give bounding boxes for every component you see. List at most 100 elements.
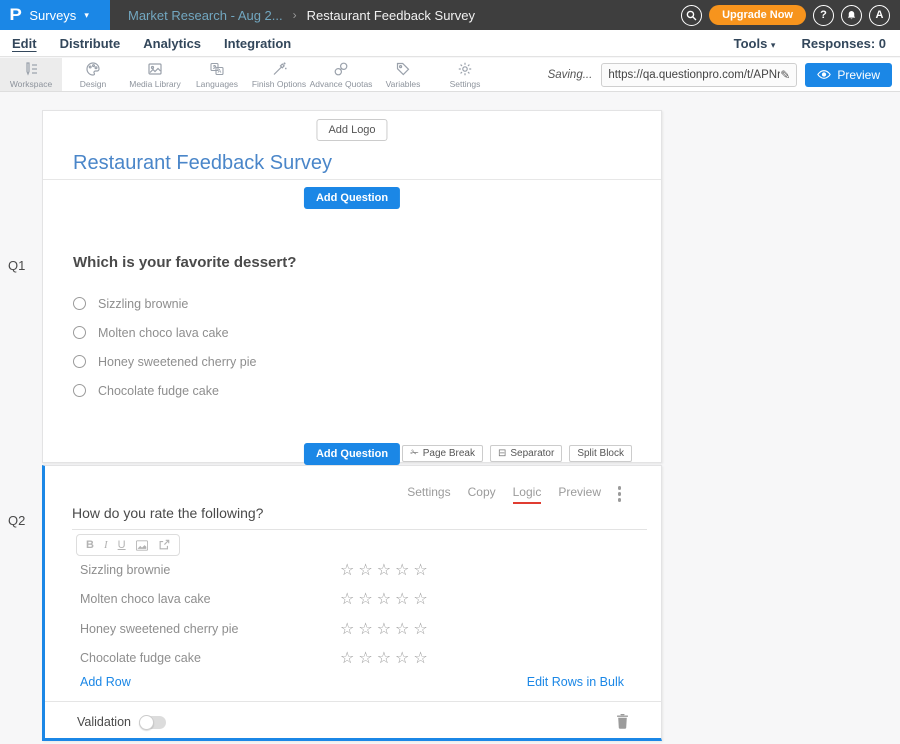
star-icon[interactable]: ☆: [340, 619, 355, 639]
toggle-knob: [139, 715, 154, 730]
q2-gutter-label: Q2: [8, 513, 25, 528]
search-button[interactable]: [681, 5, 702, 26]
underline-button[interactable]: U: [118, 539, 126, 551]
toolbar-item-design[interactable]: Design: [62, 58, 124, 91]
row-label[interactable]: Sizzling brownie: [80, 563, 340, 577]
star-icon[interactable]: ☆: [377, 589, 392, 609]
toolbar-item-variables[interactable]: Variables: [372, 58, 434, 91]
upgrade-now-button[interactable]: Upgrade Now: [709, 5, 806, 25]
radio-icon[interactable]: [73, 355, 86, 368]
star-icon[interactable]: ☆: [358, 589, 373, 609]
q1-option-row[interactable]: Molten choco lava cake: [73, 318, 256, 347]
add-question-button-top[interactable]: Add Question: [304, 187, 400, 209]
star-icon[interactable]: ☆: [358, 560, 373, 580]
star-icon[interactable]: ☆: [395, 619, 410, 639]
star-icon[interactable]: ☆: [377, 648, 392, 668]
preview-label: Preview: [837, 68, 880, 82]
saving-status: Saving...: [548, 69, 593, 81]
tab-analytics[interactable]: Analytics: [143, 36, 201, 51]
insert-image-button[interactable]: [136, 540, 148, 551]
editor-toolbar: Workspace Design Media Library A Languag…: [0, 58, 900, 92]
survey-block-1: Add Logo Restaurant Feedback Survey Add …: [42, 110, 662, 463]
surveys-menu[interactable]: P Surveys ▾: [0, 0, 110, 30]
palette-icon: [85, 61, 101, 77]
validation-toggle[interactable]: [139, 716, 166, 729]
q1-option-row[interactable]: Sizzling brownie: [73, 289, 256, 318]
tab-distribute[interactable]: Distribute: [60, 36, 121, 51]
toolbar-item-label: Media Library: [129, 79, 181, 89]
tools-label: Tools: [734, 36, 768, 51]
q2-settings-link[interactable]: Settings: [407, 485, 450, 504]
toolbar-item-advance-quotas[interactable]: Advance Quotas: [310, 58, 372, 91]
add-logo-button[interactable]: Add Logo: [316, 119, 387, 141]
q1-option-row[interactable]: Honey sweetened cherry pie: [73, 347, 256, 376]
preview-button[interactable]: Preview: [805, 63, 892, 87]
star-icon[interactable]: ☆: [340, 589, 355, 609]
delete-question-button[interactable]: [616, 714, 629, 734]
star-icon[interactable]: ☆: [395, 560, 410, 580]
italic-button[interactable]: I: [104, 539, 108, 551]
star-icon[interactable]: ☆: [358, 619, 373, 639]
kebab-menu-icon[interactable]: [616, 484, 624, 504]
q2-copy-link[interactable]: Copy: [468, 485, 496, 504]
radio-icon[interactable]: [73, 297, 86, 310]
radio-icon[interactable]: [73, 384, 86, 397]
avatar[interactable]: A: [869, 5, 890, 26]
radio-icon[interactable]: [73, 326, 86, 339]
breadcrumb: Market Research - Aug 2... › Restaurant …: [110, 0, 681, 30]
split-block-button[interactable]: Split Block: [569, 445, 632, 462]
format-toolbar: B I U: [76, 534, 180, 556]
row-label[interactable]: Molten choco lava cake: [80, 592, 340, 606]
toolbar-item-workspace[interactable]: Workspace: [0, 58, 62, 91]
star-icon[interactable]: ☆: [377, 560, 392, 580]
toolbar-item-languages[interactable]: A Languages: [186, 58, 248, 91]
star-icon[interactable]: ☆: [413, 589, 428, 609]
edit-rows-in-bulk-link[interactable]: Edit Rows in Bulk: [527, 675, 624, 689]
star-icon[interactable]: ☆: [377, 619, 392, 639]
toolbar-item-media-library[interactable]: Media Library: [124, 58, 186, 91]
help-button[interactable]: ?: [813, 5, 834, 26]
notifications-button[interactable]: [841, 5, 862, 26]
rating-row: Molten choco lava cake ☆☆☆☆☆: [80, 585, 631, 615]
star-icon[interactable]: ☆: [340, 648, 355, 668]
row-label[interactable]: Honey sweetened cherry pie: [80, 622, 340, 636]
tab-edit[interactable]: Edit: [12, 36, 37, 51]
chevron-down-icon: ▾: [771, 40, 776, 50]
page-break-button[interactable]: ✁ Page Break: [402, 445, 483, 462]
validation-row: Validation: [77, 715, 166, 729]
responses-count[interactable]: Responses: 0: [801, 36, 886, 51]
q2-question-text[interactable]: How do you rate the following?: [72, 505, 263, 521]
breadcrumb-folder[interactable]: Market Research - Aug 2...: [128, 8, 283, 23]
row-label[interactable]: Chocolate fudge cake: [80, 651, 340, 665]
add-row-link[interactable]: Add Row: [80, 675, 131, 689]
add-question-button-bottom[interactable]: Add Question: [304, 443, 400, 465]
q1-options: Sizzling brownie Molten choco lava cake …: [73, 289, 256, 405]
q2-logic-link[interactable]: Logic: [513, 485, 542, 504]
search-icon: [686, 10, 697, 21]
topbar-actions: Upgrade Now ? A: [681, 0, 900, 30]
edit-url-icon[interactable]: ✎: [780, 68, 790, 82]
survey-title[interactable]: Restaurant Feedback Survey: [73, 152, 332, 175]
q1-question-text[interactable]: Which is your favorite dessert?: [73, 254, 296, 271]
star-icon[interactable]: ☆: [395, 648, 410, 668]
star-icon[interactable]: ☆: [395, 589, 410, 609]
survey-url-field[interactable]: https://qa.questionpro.com/t/APNrFZgS ✎: [601, 63, 797, 87]
star-icon[interactable]: ☆: [413, 648, 428, 668]
rating-row: Chocolate fudge cake ☆☆☆☆☆: [80, 644, 631, 674]
external-link-button[interactable]: [158, 539, 170, 551]
star-icon[interactable]: ☆: [413, 560, 428, 580]
star-icon[interactable]: ☆: [340, 560, 355, 580]
bold-button[interactable]: B: [86, 539, 94, 551]
tab-integration[interactable]: Integration: [224, 36, 291, 51]
separator-button[interactable]: ⊟ Separator: [490, 445, 562, 462]
q2-preview-link[interactable]: Preview: [558, 485, 601, 504]
toolbar-item-settings[interactable]: Settings: [434, 58, 496, 91]
image-icon: [147, 61, 163, 77]
star-rating: ☆☆☆☆☆: [340, 619, 429, 639]
toolbar-item-finish-options[interactable]: Finish Options: [248, 58, 310, 91]
star-icon[interactable]: ☆: [358, 648, 373, 668]
option-label: Sizzling brownie: [98, 297, 188, 311]
tools-menu[interactable]: Tools ▾: [734, 36, 776, 51]
q1-option-row[interactable]: Chocolate fudge cake: [73, 376, 256, 405]
star-icon[interactable]: ☆: [413, 619, 428, 639]
